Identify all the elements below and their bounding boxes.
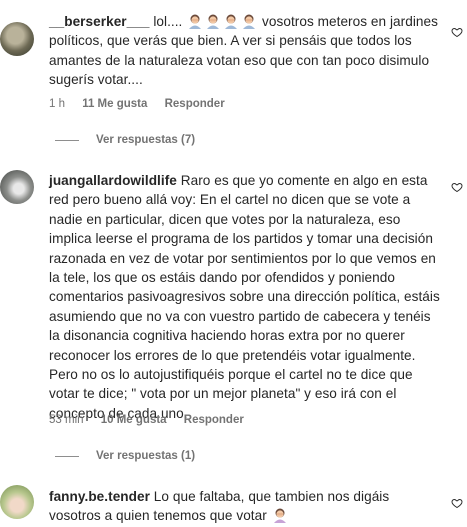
woman-facepalming-icon [243,14,256,29]
woman-facepalming-icon [207,14,220,29]
divider [55,455,79,457]
reply-button[interactable]: Responder [165,98,225,110]
comment-body: lol.... [153,14,183,29]
likes-count[interactable]: 10 Me gusta [101,414,167,426]
woman-facepalming-icon [225,14,238,29]
reply-button[interactable]: Responder [184,414,244,426]
likes-count[interactable]: 11 Me gusta [82,98,147,110]
heart-icon[interactable] [451,181,463,193]
woman-facepalming-icon [189,14,202,29]
avatar[interactable] [0,485,34,519]
comment-text: __berserker___ lol.... vosotros meteros … [49,12,441,90]
view-replies-label[interactable]: Ver respuestas (7) [96,134,195,146]
comment-text: fanny.be.tender Lo que faltaba, que tamb… [49,487,441,526]
heart-icon[interactable] [451,26,463,38]
heart-icon[interactable] [451,497,463,509]
username[interactable]: juangallardowildlife [49,173,177,188]
view-replies-label[interactable]: Ver respuestas (1) [96,450,195,462]
comment-text: juangallardowildlife Raro es que yo come… [49,171,441,423]
comment-body: Raro es que yo comente en algo en esta r… [49,173,440,421]
timestamp: 53 min [49,414,84,426]
username[interactable]: fanny.be.tender [49,489,150,504]
comment-meta: 53 min 10 Me gusta Responder [49,414,258,426]
woman-facepalming-icon [273,508,286,524]
timestamp: 1 h [49,98,65,110]
username[interactable]: __berserker___ [49,14,149,29]
avatar[interactable] [0,170,34,204]
avatar[interactable] [0,22,34,56]
emoji-group [186,14,262,29]
comment-meta: 1 h 11 Me gusta Responder [49,98,239,110]
view-replies-button[interactable]: Ver respuestas (1) [55,450,195,462]
view-replies-button[interactable]: Ver respuestas (7) [55,134,195,146]
divider [55,139,79,141]
